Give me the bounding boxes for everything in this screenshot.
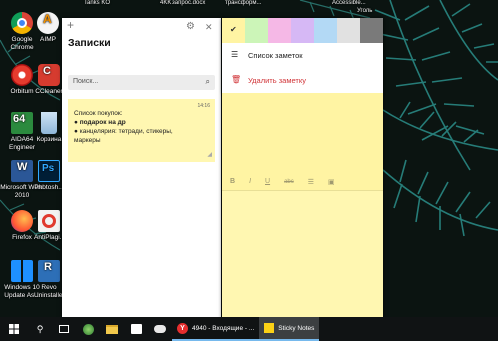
color-swatch-blue[interactable] <box>314 18 337 43</box>
windows-logo-icon <box>11 260 33 282</box>
color-swatch-green[interactable] <box>245 18 268 43</box>
desktop-file-label[interactable]: 4KK <box>160 0 171 6</box>
desktop-file-label[interactable]: Уголь <box>357 8 372 14</box>
taskbar-app-games[interactable] <box>148 317 172 341</box>
note-bullet-item: ● канцелярия: тетради, стикеры, <box>74 128 173 135</box>
desktop-icon-label: AIMP <box>40 36 56 43</box>
note-bullet-item: ● подарок на др <box>74 119 126 126</box>
taskbar-app-label: Sticky Notes <box>278 324 315 332</box>
notes-list-menu-item[interactable]: ☰ Список заметок <box>222 43 383 68</box>
desktop-file-label[interactable]: Accessible... <box>332 0 366 6</box>
taskbar-app-sticky-notes[interactable]: Sticky Notes <box>259 317 320 341</box>
desktop-icon-label: Корзина <box>36 136 62 143</box>
note-editor[interactable] <box>222 93 383 173</box>
checkmark-icon: ✔ <box>230 25 237 34</box>
notes-list-window: + ⚙ ✕ Записки Поиск... ⌕ 14:16 Список по… <box>62 18 221 318</box>
trash-icon: 🗑 <box>231 75 242 84</box>
note-line: Список покупок: <box>74 110 123 117</box>
note-line: подарок на др <box>79 119 126 126</box>
note-timestamp: 14:16 <box>197 103 210 109</box>
antiplagiat-icon <box>38 210 60 232</box>
note-line: маркеры <box>74 137 101 144</box>
italic-button[interactable]: I <box>249 178 251 185</box>
folder-icon <box>106 324 118 334</box>
desktop-icon-label: AntiPlagi... <box>34 234 66 241</box>
taskbar-app-explorer[interactable] <box>100 317 124 341</box>
store-icon <box>130 324 142 334</box>
desktop-icon-label: AIDA64 Engineer <box>8 136 36 151</box>
underline-button[interactable]: U <box>265 178 270 185</box>
search-icon: ⚲ <box>36 323 44 334</box>
delete-note-menu-label: Удалить заметку <box>248 76 306 85</box>
desktop-icon-revo[interactable]: R Revo Uninstaller <box>34 260 65 299</box>
color-swatch-gray[interactable] <box>337 18 360 43</box>
revo-uninstaller-icon: R <box>38 260 60 282</box>
desktop-icon-aimp[interactable]: A AIMP <box>32 12 64 44</box>
globe-icon <box>82 323 94 335</box>
desktop-icon-antiplagiat[interactable]: AntiPlagi... <box>34 210 66 242</box>
desktop-icon-recycle-bin[interactable]: Корзина <box>34 112 64 144</box>
image-icon[interactable]: ▣ <box>328 178 335 186</box>
taskbar-app-label: 4940 - Входящие - ... <box>192 324 255 332</box>
color-swatch-yellow[interactable]: ✔ <box>222 18 245 43</box>
bullet-list-icon[interactable]: ☰ <box>308 178 314 186</box>
sticky-notes-icon <box>264 323 275 333</box>
strikethrough-button[interactable]: abc <box>284 179 294 185</box>
desktop-file-label[interactable]: трансформ... <box>225 0 261 6</box>
note-card[interactable]: 14:16 Список покупок: ● подарок на др ● … <box>68 99 215 162</box>
desktop-icon-ccleaner[interactable]: C CCleaner <box>34 64 64 96</box>
search-icon[interactable]: ⌕ <box>206 77 210 87</box>
note-menu: ✔ ☰ Список заметок 🗑 Удалить заметку <box>222 18 383 93</box>
color-swatch-purple[interactable] <box>291 18 314 43</box>
orbitum-icon <box>11 64 33 86</box>
add-note-icon[interactable]: + <box>67 19 74 31</box>
notes-list-menu-label: Список заметок <box>248 51 303 60</box>
search-placeholder: Поиск... <box>73 78 99 85</box>
start-button[interactable] <box>0 317 28 341</box>
note-line: канцелярия: тетради, стикеры, <box>79 128 173 135</box>
word-icon: W <box>11 160 33 182</box>
desktop-file-label[interactable]: запрос.docx <box>172 0 205 6</box>
ccleaner-icon: C <box>38 64 60 86</box>
chrome-icon <box>11 12 33 34</box>
close-icon[interactable]: ✕ <box>205 21 213 33</box>
delete-note-menu-item[interactable]: 🗑 Удалить заметку <box>222 68 383 93</box>
yandex-browser-icon: Y <box>177 322 188 334</box>
notes-list-titlebar[interactable]: + ⚙ ✕ <box>62 18 221 36</box>
desktop-icon-label: Orbitum <box>10 88 34 95</box>
color-swatch-charcoal[interactable] <box>360 18 383 43</box>
desktop-icon-label: Revo Uninstaller <box>34 284 65 299</box>
taskbar-app-yandex[interactable]: Y 4940 - Входящие - ... <box>172 317 260 341</box>
format-toolbar: B I U abc ☰ ▣ <box>222 173 383 190</box>
desktop-file-label[interactable]: Tanks KO <box>84 0 110 6</box>
taskbar-app-ie[interactable] <box>76 317 100 341</box>
sticky-note-window: ✔ ☰ Список заметок 🗑 Удалить заметку B I… <box>222 18 383 323</box>
firefox-icon <box>11 210 33 232</box>
search-input[interactable]: Поиск... ⌕ <box>68 75 215 90</box>
taskbar: ⚲ Y 4940 - Входящие - ... Sticky Notes <box>0 317 498 341</box>
task-view-button[interactable] <box>52 317 76 341</box>
list-icon: ☰ <box>231 50 239 59</box>
desktop-icon-label: Photosh... <box>34 184 64 191</box>
task-view-icon <box>59 325 69 333</box>
color-picker: ✔ <box>222 18 383 43</box>
aimp-icon: A <box>37 12 59 34</box>
gamepad-icon <box>154 325 166 333</box>
resize-corner-icon: ◢ <box>207 152 212 158</box>
desktop-icon-label: Firefox <box>12 234 32 241</box>
notes-list-title: Записки <box>68 37 111 49</box>
photoshop-icon: Ps <box>38 160 60 182</box>
desktop-icon-label: CCleaner <box>35 88 63 95</box>
search-button[interactable]: ⚲ <box>28 317 52 341</box>
settings-icon[interactable]: ⚙ <box>186 21 195 33</box>
taskbar-app-store[interactable] <box>124 317 148 341</box>
aida64-icon: 64 <box>11 112 33 134</box>
color-swatch-pink[interactable] <box>268 18 291 43</box>
recycle-bin-icon <box>41 112 57 134</box>
desktop-icon-label: Google Chrome <box>10 36 34 51</box>
bold-button[interactable]: B <box>230 178 235 185</box>
windows-logo-icon <box>9 324 19 334</box>
desktop-icon-photoshop[interactable]: Ps Photosh... <box>34 160 64 192</box>
note-body-area[interactable] <box>222 190 383 323</box>
